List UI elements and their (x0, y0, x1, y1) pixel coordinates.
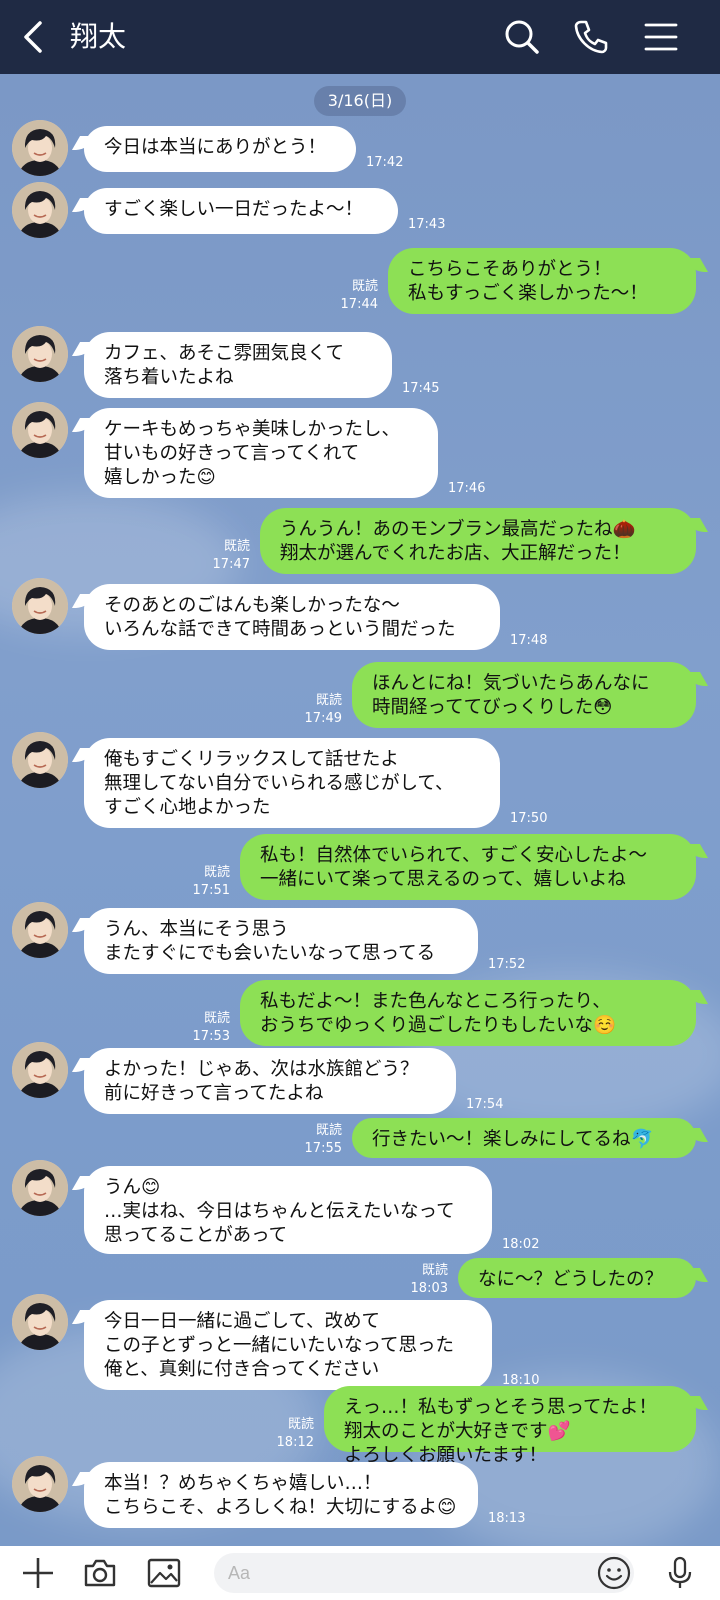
plus-icon (23, 1558, 53, 1588)
date-separator: 3/16(日) (314, 86, 406, 116)
avatar[interactable] (12, 578, 68, 634)
sent-message-bubble[interactable]: 行きたい〜！楽しみにしてるね🐬 (352, 1118, 696, 1158)
received-message-bubble[interactable]: 俺もすごくリラックスして話せたよ 無理してない自分でいられる感じがして、 すごく… (84, 738, 500, 828)
menu-button[interactable] (642, 18, 680, 56)
sent-message-bubble[interactable]: なに〜？どうしたの？ (458, 1258, 696, 1298)
avatar[interactable] (12, 1456, 68, 1512)
microphone-icon (668, 1556, 692, 1588)
message-timestamp: 17:46 (448, 481, 486, 496)
avatar[interactable] (12, 1042, 68, 1098)
sent-message-bubble[interactable]: 私も！自然体でいられて、すごく安心したよ〜 一緒にいて楽って思えるのって、嬉しい… (240, 834, 696, 900)
received-message-bubble[interactable]: 本当！？めちゃくちゃ嬉しい…！ こちらこそ、よろしくね！大切にするよ😊 (84, 1462, 478, 1528)
message-timestamp: 18:03 (410, 1281, 448, 1296)
emoji-button[interactable] (596, 1555, 632, 1591)
smiley-icon (597, 1556, 631, 1590)
image-button[interactable] (146, 1555, 182, 1591)
profile-illustration-icon (12, 1294, 68, 1350)
received-message-bubble[interactable]: 今日一日一緒に過ごして、改めて この子とずっと一緒にいたいなって思った 俺と、真… (84, 1300, 492, 1390)
received-message-bubble[interactable]: ケーキもめっちゃ美味しかったし、 甘いもの好きって言ってくれて 嬉しかった😊 (84, 408, 438, 498)
message-timestamp: 17:42 (366, 155, 404, 170)
sent-message-bubble[interactable]: こちらこそありがとう！ 私もすっごく楽しかった〜！ (388, 248, 696, 314)
search-icon (505, 20, 539, 54)
read-receipt: 既読 (315, 1123, 342, 1138)
avatar[interactable] (12, 1160, 68, 1216)
avatar[interactable] (12, 120, 68, 176)
call-button[interactable] (572, 18, 610, 56)
search-button[interactable] (503, 18, 541, 56)
avatar[interactable] (12, 1294, 68, 1350)
sent-message-bubble[interactable]: うんうん！あのモンブラン最高だったね🌰 翔太が選んでくれたお店、大正解だった！ (260, 508, 696, 574)
message-timestamp: 17:43 (408, 217, 446, 232)
message-timestamp: 17:47 (212, 557, 250, 572)
message-timestamp: 17:55 (304, 1141, 342, 1156)
avatar[interactable] (12, 732, 68, 788)
sent-message-bubble[interactable]: えっ…！私もずっとそう思ってたよ！ 翔太のことが大好きです💕 よろしくお願いたま… (324, 1386, 696, 1466)
voice-button[interactable] (662, 1555, 698, 1591)
message-timestamp: 17:49 (304, 711, 342, 726)
message-timestamp: 17:45 (402, 381, 440, 396)
read-receipt: 既読 (223, 539, 250, 554)
back-button[interactable] (16, 18, 52, 56)
message-input[interactable] (214, 1553, 634, 1593)
profile-illustration-icon (12, 578, 68, 634)
message-timestamp: 17:51 (192, 883, 230, 898)
hamburger-menu-icon (644, 23, 678, 51)
chat-title: 翔太 (70, 20, 127, 53)
received-message-bubble[interactable]: 今日は本当にありがとう！ (84, 126, 356, 172)
avatar[interactable] (12, 182, 68, 238)
received-message-bubble[interactable]: よかった！じゃあ、次は水族館どう？ 前に好きって言ってたよね (84, 1048, 456, 1114)
message-input-bar (0, 1546, 720, 1600)
read-receipt: 既読 (203, 1011, 230, 1026)
avatar[interactable] (12, 902, 68, 958)
profile-illustration-icon (12, 732, 68, 788)
received-message-bubble[interactable]: うん、本当にそう思う またすぐにでも会いたいなって思ってる (84, 908, 478, 974)
read-receipt: 既読 (351, 279, 378, 294)
received-message-bubble[interactable]: うん😊 …実はね、今日はちゃんと伝えたいなって 思ってることがあって (84, 1166, 492, 1254)
profile-illustration-icon (12, 1042, 68, 1098)
phone-icon (574, 20, 608, 54)
camera-icon (84, 1559, 116, 1587)
message-timestamp: 17:48 (510, 633, 548, 648)
message-timestamp: 17:44 (340, 297, 378, 312)
add-button[interactable] (20, 1555, 56, 1591)
message-timestamp: 17:52 (488, 957, 526, 972)
message-timestamp: 18:13 (488, 1511, 526, 1526)
received-message-bubble[interactable]: そのあとのごはんも楽しかったな〜 いろんな話できて時間あっという間だった (84, 584, 500, 650)
message-timestamp: 17:50 (510, 811, 548, 826)
sent-message-bubble[interactable]: 私もだよ〜！また色んなところ行ったり、 おうちでゆっくり過ごしたりもしたいな☺️ (240, 980, 696, 1046)
profile-illustration-icon (12, 1160, 68, 1216)
chat-header: 翔太 (0, 0, 720, 74)
profile-illustration-icon (12, 326, 68, 382)
message-timestamp: 18:12 (276, 1435, 314, 1450)
message-timestamp: 18:02 (502, 1237, 540, 1252)
read-receipt: 既読 (421, 1263, 448, 1278)
message-timestamp: 17:53 (192, 1029, 230, 1044)
profile-illustration-icon (12, 402, 68, 458)
profile-illustration-icon (12, 1456, 68, 1512)
received-message-bubble[interactable]: カフェ、あそこ雰囲気良くて 落ち着いたよね (84, 332, 392, 398)
avatar[interactable] (12, 402, 68, 458)
read-receipt: 既読 (287, 1417, 314, 1432)
image-icon (147, 1558, 181, 1588)
profile-illustration-icon (12, 182, 68, 238)
read-receipt: 既読 (203, 865, 230, 880)
sent-message-bubble[interactable]: ほんとにね！気づいたらあんなに 時間経っててびっくりした😳 (352, 662, 696, 728)
received-message-bubble[interactable]: すごく楽しい一日だったよ〜！ (84, 188, 398, 234)
profile-illustration-icon (12, 902, 68, 958)
read-receipt: 既読 (315, 693, 342, 708)
message-timestamp: 17:54 (466, 1097, 504, 1112)
camera-button[interactable] (82, 1555, 118, 1591)
avatar[interactable] (12, 326, 68, 382)
profile-illustration-icon (12, 120, 68, 176)
chat-area[interactable]: 3/16(日) 今日は本当にありがとう！ 17:42 すごく楽しい一日だったよ〜！ 1… (0, 74, 720, 1546)
chevron-left-icon (24, 21, 42, 53)
